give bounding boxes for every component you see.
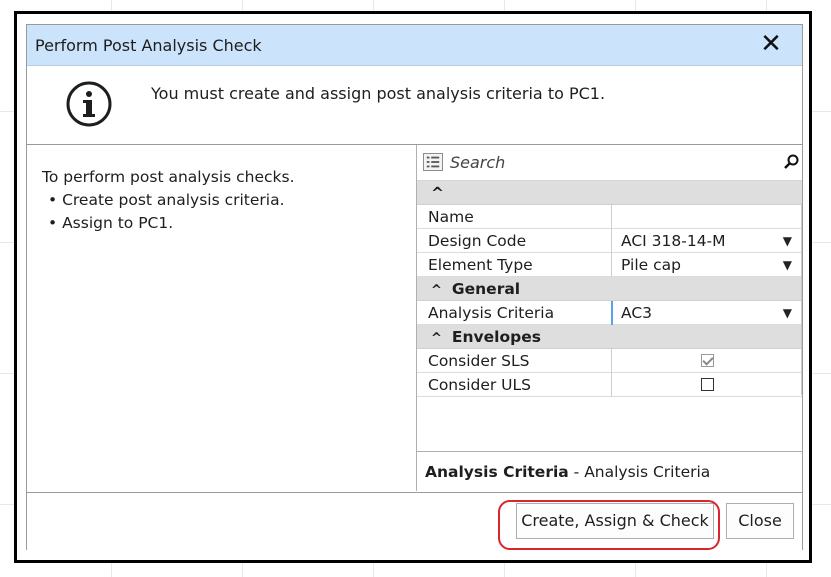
scrollbar[interactable] bbox=[801, 205, 802, 395]
column-divider bbox=[611, 229, 612, 253]
chevron-down-icon[interactable]: ▼ bbox=[783, 258, 792, 272]
property-row-consider-sls[interactable]: Consider SLS bbox=[417, 349, 802, 373]
design-code-select[interactable]: ACI 318-14-M bbox=[621, 232, 726, 250]
group-header-top[interactable]: ^ bbox=[417, 181, 802, 205]
property-label: Consider ULS bbox=[428, 376, 532, 394]
message-area: You must create and assign post analysis… bbox=[27, 66, 802, 145]
column-divider bbox=[611, 373, 612, 397]
caret-up-icon[interactable]: ^ bbox=[431, 331, 442, 346]
caret-up-icon[interactable]: ^ bbox=[431, 283, 442, 298]
property-row-name[interactable]: Name bbox=[417, 205, 802, 229]
property-grid-pane: Search ^ Name Design Code ACI 318-14-M ▼ bbox=[417, 145, 802, 492]
create-assign-check-button[interactable]: Create, Assign & Check bbox=[516, 503, 714, 539]
search-input[interactable]: Search bbox=[450, 153, 505, 172]
analysis-criteria-select[interactable]: AC3 bbox=[621, 304, 652, 322]
property-row-consider-uls[interactable]: Consider ULS bbox=[417, 373, 802, 397]
consider-sls-checkbox[interactable] bbox=[701, 354, 714, 367]
column-divider bbox=[611, 205, 612, 229]
dialog-footer: Create, Assign & Check Close bbox=[27, 492, 802, 550]
group-label[interactable]: ^ General bbox=[431, 280, 520, 298]
property-label: Design Code bbox=[428, 232, 527, 250]
search-icon[interactable] bbox=[783, 154, 799, 170]
instruction-bullet: • Create post analysis criteria. bbox=[48, 191, 285, 209]
property-label: Analysis Criteria bbox=[428, 304, 555, 322]
property-search-bar[interactable]: Search bbox=[417, 145, 802, 181]
message-text: You must create and assign post analysis… bbox=[151, 84, 606, 103]
property-grid: ^ Name Design Code ACI 318-14-M ▼ Elemen… bbox=[417, 181, 802, 397]
description-detail: - Analysis Criteria bbox=[568, 463, 711, 481]
column-divider bbox=[611, 253, 612, 277]
element-type-select[interactable]: Pile cap bbox=[621, 256, 681, 274]
close-button[interactable]: Close bbox=[726, 503, 794, 539]
property-row-design-code[interactable]: Design Code ACI 318-14-M ▼ bbox=[417, 229, 802, 253]
group-header-general[interactable]: ^ General bbox=[417, 277, 802, 301]
list-icon[interactable] bbox=[423, 153, 443, 171]
property-label: Name bbox=[428, 208, 474, 226]
chevron-down-icon[interactable]: ▼ bbox=[783, 306, 792, 320]
property-row-analysis-criteria[interactable]: Analysis Criteria AC3 ▼ bbox=[417, 301, 802, 325]
property-label: Element Type bbox=[428, 256, 533, 274]
group-title: Envelopes bbox=[451, 328, 541, 346]
dialog-title: Perform Post Analysis Check bbox=[35, 36, 262, 55]
group-label[interactable]: ^ Envelopes bbox=[431, 328, 541, 346]
instruction-bullet: • Assign to PC1. bbox=[48, 214, 174, 232]
close-icon[interactable]: ✕ bbox=[756, 29, 786, 59]
description-text: Analysis Criteria - Analysis Criteria bbox=[425, 463, 710, 481]
instructions-heading: To perform post analysis checks. bbox=[42, 168, 295, 186]
info-icon bbox=[66, 81, 112, 127]
property-description: Analysis Criteria - Analysis Criteria bbox=[417, 451, 802, 492]
caret-up-icon[interactable]: ^ bbox=[431, 184, 444, 202]
consider-uls-checkbox[interactable] bbox=[701, 378, 714, 391]
property-row-element-type[interactable]: Element Type Pile cap ▼ bbox=[417, 253, 802, 277]
dialog-titlebar: Perform Post Analysis Check ✕ bbox=[27, 25, 802, 66]
group-title: General bbox=[451, 280, 521, 298]
description-title: Analysis Criteria bbox=[425, 463, 569, 481]
column-divider bbox=[611, 349, 612, 373]
post-analysis-dialog: Perform Post Analysis Check ✕ You must c… bbox=[26, 24, 803, 550]
instructions: To perform post analysis checks. • Creat… bbox=[42, 166, 295, 235]
property-label: Consider SLS bbox=[428, 352, 530, 370]
group-header-envelopes[interactable]: ^ Envelopes bbox=[417, 325, 802, 349]
instructions-pane: To perform post analysis checks. • Creat… bbox=[27, 145, 417, 491]
chevron-down-icon[interactable]: ▼ bbox=[783, 234, 792, 248]
